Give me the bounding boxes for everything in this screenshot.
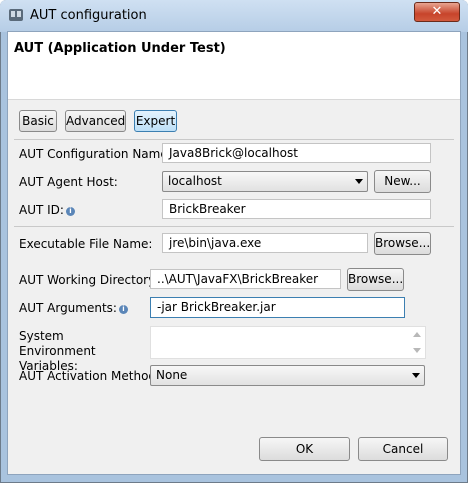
divider: [14, 139, 454, 140]
activation-label: AUT Activation Method:: [19, 369, 161, 383]
agent-host-select[interactable]: localhost: [162, 171, 368, 192]
chevron-down-icon: [355, 179, 363, 184]
window-app-icon: [9, 9, 23, 21]
ok-button[interactable]: OK: [259, 437, 350, 461]
activation-value: None: [156, 368, 188, 382]
working-dir-label: AUT Working Directory:: [19, 273, 159, 287]
agent-host-value: localhost: [168, 174, 222, 188]
arguments-label: AUT Arguments: i: [19, 301, 128, 315]
env-vars-label: System Environment Variables:: [19, 329, 96, 373]
config-name-field[interactable]: Java8Brick@localhost: [162, 143, 431, 163]
info-icon: i: [118, 305, 128, 314]
tab-basic[interactable]: Basic: [19, 110, 57, 132]
agent-host-label: AUT Agent Host:: [19, 175, 118, 189]
window-title: AUT configuration: [30, 8, 147, 23]
arguments-label-text: AUT Arguments:: [19, 301, 117, 315]
working-dir-field[interactable]: ..\AUT\JavaFX\BrickBreaker: [150, 269, 341, 289]
scroll-down-icon[interactable]: [413, 348, 421, 353]
env-vars-textarea[interactable]: [150, 326, 426, 359]
tab-expert[interactable]: Expert: [134, 110, 177, 132]
working-dir-browse-button[interactable]: Browse...: [347, 268, 404, 291]
scroll-up-icon[interactable]: [413, 332, 421, 337]
tab-advanced[interactable]: Advanced: [65, 110, 126, 132]
aut-id-label: AUT ID: i: [19, 203, 75, 217]
executable-label: Executable File Name:: [19, 237, 153, 251]
executable-field[interactable]: jre\bin\java.exe: [162, 233, 368, 253]
activation-select[interactable]: None: [150, 365, 425, 386]
new-host-button[interactable]: New...: [374, 170, 431, 193]
aut-id-label-text: AUT ID:: [19, 203, 64, 217]
chevron-down-icon: [412, 373, 420, 378]
config-name-label: AUT Configuration Name:: [19, 147, 172, 161]
close-button[interactable]: ✕: [414, 2, 460, 22]
cancel-button[interactable]: Cancel: [358, 437, 448, 461]
aut-id-field[interactable]: BrickBreaker: [162, 199, 431, 219]
info-icon: i: [65, 207, 75, 216]
divider: [14, 226, 454, 227]
page-title: AUT (Application Under Test): [14, 41, 226, 56]
executable-browse-button[interactable]: Browse...: [374, 232, 431, 255]
arguments-field[interactable]: -jar BrickBreaker.jar: [150, 297, 405, 318]
